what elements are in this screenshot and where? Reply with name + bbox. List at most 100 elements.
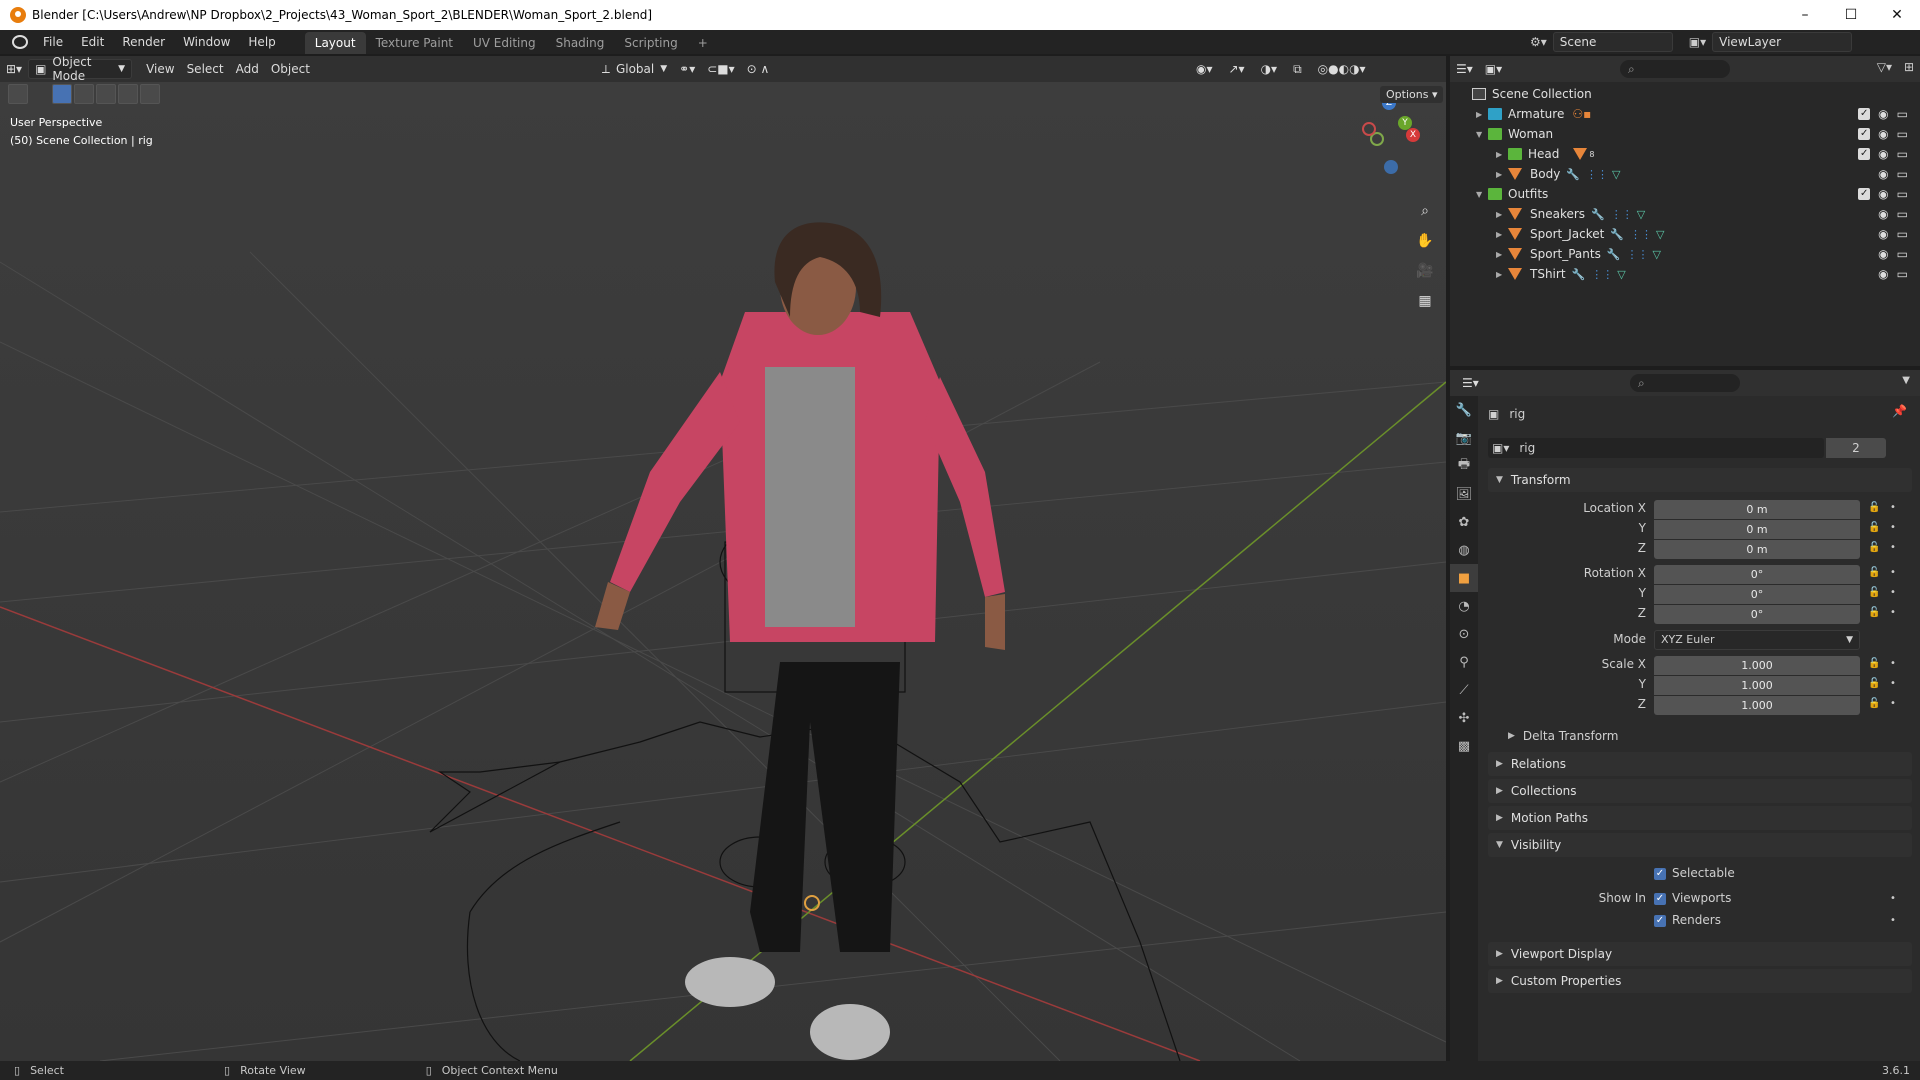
outliner-search-input[interactable]: ⌕ xyxy=(1620,60,1730,78)
lock-icon[interactable]: 🔓 xyxy=(1868,502,1880,513)
lock-icon[interactable]: 🔓 xyxy=(1868,522,1880,533)
monitor-icon[interactable]: ▭ xyxy=(1897,147,1908,161)
menu-edit[interactable]: Edit xyxy=(72,30,113,54)
lock-icon[interactable]: 🔓 xyxy=(1868,567,1880,578)
overlay-icon[interactable]: ◑▾ xyxy=(1255,59,1284,79)
menu-window[interactable]: Window xyxy=(174,30,239,54)
lock-icon[interactable]: 🔓 xyxy=(1868,698,1880,709)
menu-render[interactable]: Render xyxy=(113,30,174,54)
gizmo-neg-x[interactable] xyxy=(1362,122,1376,136)
monitor-icon[interactable]: ▭ xyxy=(1897,167,1908,181)
select-subtract-icon[interactable] xyxy=(96,84,116,104)
tab-scripting[interactable]: Scripting xyxy=(614,32,687,54)
tab-layout[interactable]: Layout xyxy=(304,32,366,54)
eye-icon[interactable]: ◉ xyxy=(1878,207,1888,221)
monitor-icon[interactable]: ▭ xyxy=(1897,247,1908,261)
custom-properties-panel-header[interactable]: ▶ Custom Properties xyxy=(1488,969,1912,993)
gizmo-x-axis[interactable]: X xyxy=(1406,128,1420,142)
properties-editor-icon[interactable]: ☰▾ xyxy=(1456,373,1485,393)
blender-menu-icon[interactable] xyxy=(12,35,28,49)
monitor-icon[interactable]: ▭ xyxy=(1897,267,1908,281)
bone-tab-icon[interactable]: ✣ xyxy=(1450,704,1478,732)
viewlayer-icon[interactable]: ▣▾ xyxy=(1689,32,1706,52)
keyframe-dot-icon[interactable]: • xyxy=(1890,658,1896,669)
armature-data-tab-icon[interactable]: ⟋ xyxy=(1450,676,1478,704)
outliner-row-body[interactable]: ▶ Body 🔧 ⋮⋮ ▽ ◉ ▭ xyxy=(1450,164,1920,184)
select-intersect-icon[interactable] xyxy=(140,84,160,104)
gizmo-icon[interactable]: ↗▾ xyxy=(1223,59,1251,79)
rotation-y-field[interactable]: 0° xyxy=(1654,585,1860,604)
visibility-icon[interactable]: ◉▾ xyxy=(1190,59,1219,79)
3d-viewport[interactable]: Z X Y ⌕ ✋ 🎥 ▦ xyxy=(0,82,1446,1061)
lock-icon[interactable]: 🔓 xyxy=(1868,658,1880,669)
menu-select[interactable]: Select xyxy=(181,59,230,79)
texture-tab-icon[interactable]: ▩ xyxy=(1450,732,1478,760)
keyframe-dot-icon[interactable]: • xyxy=(1890,893,1896,904)
output-tab-icon[interactable]: 🖶 xyxy=(1450,452,1478,480)
lock-icon[interactable]: 🔓 xyxy=(1868,678,1880,689)
rotation-mode-dropdown[interactable]: XYZ Euler ▼ xyxy=(1654,630,1860,650)
properties-search-input[interactable]: ⌕ xyxy=(1630,374,1740,392)
location-y-field[interactable]: 0 m xyxy=(1654,520,1860,539)
visibility-panel-header[interactable]: ▼ Visibility xyxy=(1488,833,1912,857)
pin-icon[interactable]: 📌 xyxy=(1892,404,1907,418)
scale-x-field[interactable]: 1.000 xyxy=(1654,656,1860,675)
delta-transform-subpanel[interactable]: ▶ Delta Transform xyxy=(1508,726,1618,746)
viewlayer-selector[interactable]: ViewLayer xyxy=(1712,32,1853,52)
lock-icon[interactable]: 🔓 xyxy=(1868,542,1880,553)
keyframe-dot-icon[interactable]: • xyxy=(1890,522,1896,533)
constraints-tab-icon[interactable]: ⚲ xyxy=(1450,648,1478,676)
eye-icon[interactable]: ◉ xyxy=(1878,247,1888,261)
menu-add[interactable]: Add xyxy=(230,59,265,79)
keyframe-dot-icon[interactable]: • xyxy=(1890,607,1896,618)
outliner-row-sport-jacket[interactable]: ▶ Sport_Jacket 🔧 ⋮⋮ ▽ ◉ ▭ xyxy=(1450,224,1920,244)
viewports-checkbox[interactable]: ✓ xyxy=(1654,893,1666,905)
collections-panel-header[interactable]: ▶ Collections xyxy=(1488,779,1912,803)
select-tool-icon[interactable] xyxy=(8,84,28,104)
rotation-x-field[interactable]: 0° xyxy=(1654,565,1860,584)
outliner-row-sport-pants[interactable]: ▶ Sport_Pants 🔧 ⋮⋮ ▽ ◉ ▭ xyxy=(1450,244,1920,264)
collapse-icon[interactable]: ▼ xyxy=(1476,190,1488,199)
eye-icon[interactable]: ◉ xyxy=(1878,227,1888,241)
close-button[interactable]: ✕ xyxy=(1874,0,1920,30)
minimize-button[interactable]: – xyxy=(1782,0,1828,30)
filter-icon[interactable]: ▽▾ xyxy=(1877,60,1892,74)
menu-file[interactable]: File xyxy=(34,30,72,54)
outliner-editor-icon[interactable]: ☰▾ xyxy=(1450,59,1479,79)
keyframe-dot-icon[interactable]: • xyxy=(1890,587,1896,598)
menu-help[interactable]: Help xyxy=(239,30,284,54)
outliner-row-tshirt[interactable]: ▶ TShirt 🔧 ⋮⋮ ▽ ◉ ▭ xyxy=(1450,264,1920,284)
display-mode-icon[interactable]: ▣▾ xyxy=(1479,59,1508,79)
eye-icon[interactable]: ◉ xyxy=(1878,147,1888,161)
editor-type-icon[interactable]: ⊞▾ xyxy=(0,59,28,79)
outliner-row-sneakers[interactable]: ▶ Sneakers 🔧 ⋮⋮ ▽ ◉ ▭ xyxy=(1450,204,1920,224)
menu-view[interactable]: View xyxy=(140,59,180,79)
tool-tab-icon[interactable]: 🔧 xyxy=(1450,396,1478,424)
navigation-gizmo[interactable]: Z X Y xyxy=(1360,94,1420,174)
expand-icon[interactable]: ▶ xyxy=(1496,170,1508,179)
users-count[interactable]: 2 xyxy=(1826,438,1886,458)
monitor-icon[interactable]: ▭ xyxy=(1897,187,1908,201)
orientation-selector[interactable]: ⟂ Global ▼ xyxy=(596,59,673,79)
menu-object[interactable]: Object xyxy=(265,59,316,79)
keyframe-dot-icon[interactable]: • xyxy=(1890,502,1896,513)
tab-shading[interactable]: Shading xyxy=(546,32,615,54)
object-tab-icon[interactable]: ■ xyxy=(1450,564,1478,592)
world-tab-icon[interactable]: ◍ xyxy=(1450,536,1478,564)
proportional-edit-icon[interactable]: ⊙ ∧ xyxy=(741,59,776,79)
hand-icon[interactable]: ✋ xyxy=(1412,228,1438,254)
shading-modes-icon[interactable]: ◎●◐◑▾ xyxy=(1312,59,1372,79)
eye-icon[interactable]: ◉ xyxy=(1878,127,1888,141)
motion-paths-panel-header[interactable]: ▶ Motion Paths xyxy=(1488,806,1912,830)
eye-icon[interactable]: ◉ xyxy=(1878,187,1888,201)
chevron-down-icon[interactable]: ▼ xyxy=(1902,375,1910,386)
expand-icon[interactable]: ▶ xyxy=(1476,110,1488,119)
snap-icon[interactable]: ⊂■▾ xyxy=(701,59,740,79)
transform-panel-header[interactable]: ▼ Transform xyxy=(1488,468,1912,492)
scene-tab-icon[interactable]: ✿ xyxy=(1450,508,1478,536)
render-tab-icon[interactable]: 📷 xyxy=(1450,424,1478,452)
lock-icon[interactable]: 🔓 xyxy=(1868,607,1880,618)
selectable-checkbox[interactable]: ✓ xyxy=(1654,868,1666,880)
tab-uv-editing[interactable]: UV Editing xyxy=(463,32,546,54)
viewport-display-panel-header[interactable]: ▶ Viewport Display xyxy=(1488,942,1912,966)
